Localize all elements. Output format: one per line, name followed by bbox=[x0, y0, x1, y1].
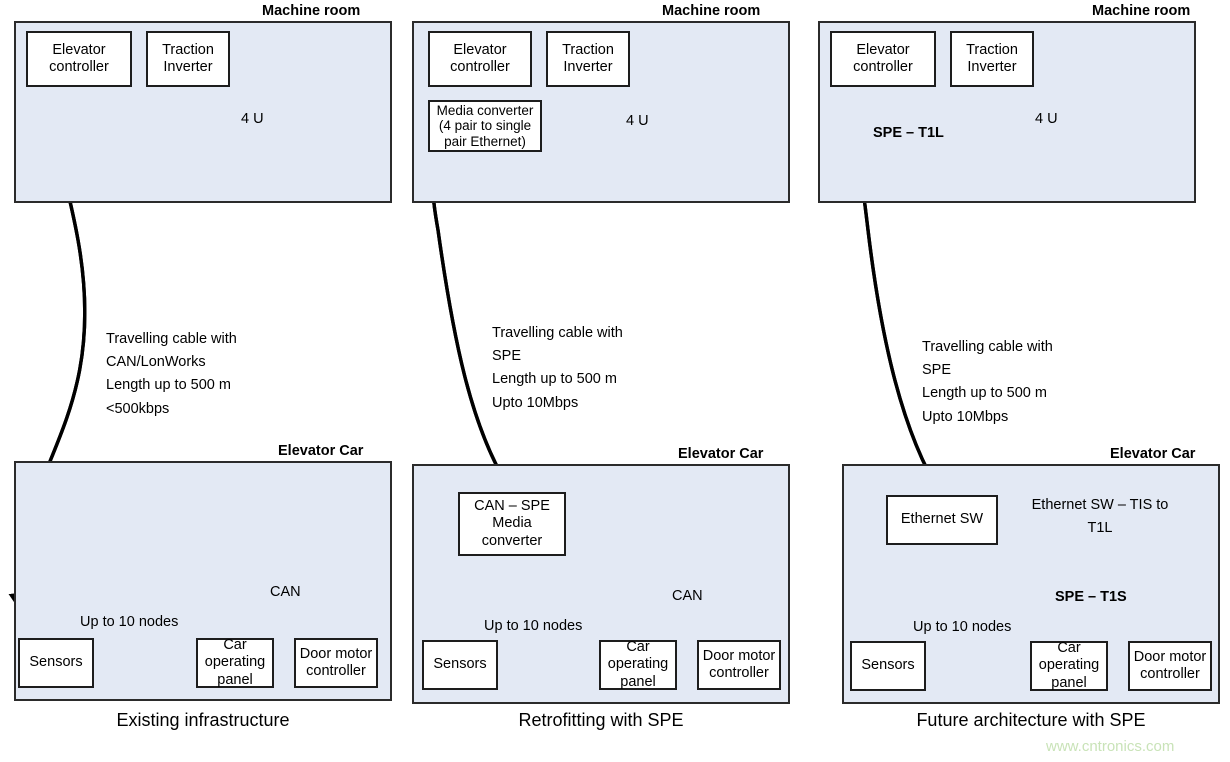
nodes-label-col1: Up to 10 nodes bbox=[80, 614, 179, 630]
column-caption-future: Future architecture with SPE bbox=[916, 710, 1146, 730]
elevator-car-title-col3: Elevator Car bbox=[1110, 446, 1196, 462]
travelling-cable-label-col2: Travelling cable with SPE Length up to 5… bbox=[492, 325, 623, 411]
door-motor-controller-box-col3[interactable]: Door motor controller bbox=[1128, 641, 1212, 691]
ethernet-switch-box-col3[interactable]: Ethernet SW bbox=[886, 495, 998, 545]
traction-inverter-box-col3[interactable]: Traction Inverter bbox=[950, 31, 1034, 87]
bus-label-col1: CAN bbox=[270, 584, 301, 600]
rack-height-label-col1: 4 U bbox=[241, 111, 264, 127]
diagram-canvas: Machine room Elevator controller Tractio… bbox=[0, 0, 1230, 762]
car-operating-panel-box-col1[interactable]: Car operating panel bbox=[196, 637, 274, 688]
nodes-label-col3: Up to 10 nodes bbox=[913, 619, 1012, 635]
traction-inverter-box-col2[interactable]: Traction Inverter bbox=[546, 31, 630, 87]
column-caption-retrofit: Retrofitting with SPE bbox=[518, 710, 684, 730]
can-spe-media-converter-box-col2[interactable]: CAN – SPE Media converter bbox=[458, 492, 566, 556]
machine-room-title-col2: Machine room bbox=[662, 3, 761, 19]
elevator-car-title-col2: Elevator Car bbox=[678, 446, 764, 462]
door-motor-controller-box-col1[interactable]: Door motor controller bbox=[294, 638, 378, 688]
door-motor-controller-box-col2[interactable]: Door motor controller bbox=[697, 640, 781, 690]
machine-room-title-col3: Machine room bbox=[1092, 3, 1191, 19]
rack-height-label-col3: 4 U bbox=[1035, 111, 1058, 127]
spe-t1l-label-col3: SPE – T1L bbox=[873, 125, 944, 141]
bus-label-col3: SPE – T1S bbox=[1055, 589, 1127, 605]
travelling-cable-label-col3: Travelling cable with SPE Length up to 5… bbox=[922, 339, 1053, 425]
nodes-label-col2: Up to 10 nodes bbox=[484, 618, 583, 634]
media-converter-box-col2[interactable]: Media converter (4 pair to single pair E… bbox=[428, 100, 542, 152]
sensors-box-col2[interactable]: Sensors bbox=[422, 640, 498, 690]
car-operating-panel-box-col2[interactable]: Car operating panel bbox=[599, 639, 677, 690]
machine-room-title-col1: Machine room bbox=[262, 3, 361, 19]
traction-inverter-box-col1[interactable]: Traction Inverter bbox=[146, 31, 230, 87]
column-caption-existing: Existing infrastructure bbox=[116, 710, 290, 730]
sensors-box-col1[interactable]: Sensors bbox=[18, 638, 94, 688]
travelling-cable-label-col1: Travelling cable with CAN/LonWorks Lengt… bbox=[106, 331, 237, 417]
elevator-controller-box-col2[interactable]: Elevator controller bbox=[428, 31, 532, 87]
sensors-box-col3[interactable]: Sensors bbox=[850, 641, 926, 691]
elevator-car-title-col1: Elevator Car bbox=[278, 443, 364, 459]
bus-label-col2: CAN bbox=[672, 588, 703, 604]
car-operating-panel-box-col3[interactable]: Car operating panel bbox=[1030, 640, 1108, 691]
rack-height-label-col2: 4 U bbox=[626, 113, 649, 129]
elevator-controller-box-col3[interactable]: Elevator controller bbox=[830, 31, 936, 87]
ethernet-sw-note-col3: Ethernet SW – TIS to T1L bbox=[1031, 497, 1169, 537]
elevator-controller-box-col1[interactable]: Elevator controller bbox=[26, 31, 132, 87]
site-watermark: www.cntronics.com bbox=[1046, 738, 1175, 755]
